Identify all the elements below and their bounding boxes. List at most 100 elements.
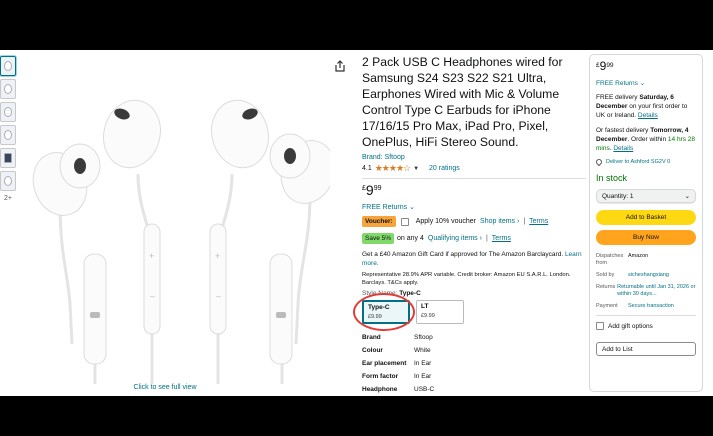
info-key: Payment (596, 303, 618, 309)
payment-link[interactable]: Secure transaction (628, 303, 674, 310)
free-delivery-info: FREE delivery Saturday, 6 December on yo… (596, 93, 696, 120)
rating-value: 4.1 (362, 165, 372, 172)
quantity-value: Quantity: 1 (602, 192, 634, 200)
thumbnail-video[interactable] (0, 148, 16, 168)
qualifying-items-link[interactable]: Qualifying items › (428, 235, 482, 242)
style-option-price: £9.99 (421, 313, 435, 319)
more-thumbnails-label[interactable]: 2+ (0, 195, 16, 202)
info-row: Payment Secure transaction (596, 303, 696, 310)
free-returns-link[interactable]: FREE Returns ⌄ (362, 203, 586, 211)
svg-text:+: + (149, 251, 154, 261)
info-key: Returns (596, 284, 616, 290)
style-option-lt[interactable]: LT £9.99 (416, 300, 464, 324)
spec-table: Brand Sftoop Colour White Ear placement In … (362, 334, 586, 394)
product-page: 2+ + + – – Click to see full view 2 Pack… (0, 50, 713, 396)
returns-policy-link[interactable]: Returnable until Jan 31, 2026 or within … (617, 284, 696, 298)
thumbnail-image[interactable] (0, 102, 16, 122)
style-option-label: LT (421, 303, 429, 310)
spec-value: In Ear (414, 360, 432, 367)
delivery-details-link[interactable]: Details (613, 145, 633, 152)
ratings-count-link[interactable]: 20 ratings (429, 165, 460, 172)
buy-box: £ 9 99 FREE Returns ⌄ FREE delivery Satu… (589, 54, 703, 392)
deliver-to-link[interactable]: Deliver to Ashford SG2V 0 (594, 157, 696, 167)
buybox-free-returns-link[interactable]: FREE Returns ⌄ (596, 79, 696, 87)
product-price: £ 9 99 (362, 183, 586, 198)
voucher-text: Apply 10% voucher (415, 218, 477, 225)
style-option-type-c[interactable]: Type-C £9.99 (362, 300, 410, 324)
price-fraction: 99 (606, 62, 614, 69)
shop-items-link[interactable]: Shop items › (480, 218, 519, 225)
style-name-value: Type-C (399, 290, 421, 297)
separator: | (523, 218, 526, 225)
save-text: on any 4 (397, 235, 424, 242)
info-row: Sold by sicheshangxiang (596, 272, 696, 279)
add-to-list-button[interactable]: Add to List (596, 342, 696, 356)
product-details: 2 Pack USB C Headphones wired for Samsun… (353, 54, 586, 396)
thumbnail-strip: 2+ (0, 56, 18, 202)
thumbnail-image[interactable] (0, 171, 16, 191)
gift-options-checkbox[interactable] (596, 322, 604, 330)
seller-link[interactable]: sicheshangxiang (628, 272, 669, 279)
brand-link[interactable]: Brand: Sftoop (362, 154, 586, 161)
chevron-down-icon: ⌄ (684, 193, 690, 200)
separator: | (485, 235, 488, 242)
spec-row: Headphone USB-C (362, 386, 586, 394)
gift-options-row[interactable]: Add gift options (596, 315, 696, 330)
gift-card-offer: Get a £40 Amazon Gift Card if approved f… (362, 250, 586, 268)
buy-now-button[interactable]: Buy Now (596, 230, 696, 245)
spec-value: USB-C (414, 386, 435, 393)
spec-value: White (414, 347, 431, 354)
style-name-row: Style Name: Type-C (362, 290, 586, 297)
apr-text: Representative 28.9% APR variable. Credi… (362, 272, 571, 286)
location-pin-icon (594, 157, 604, 167)
main-product-image[interactable]: + + – – (20, 54, 330, 384)
info-key: Sold by (596, 272, 615, 278)
star-rating-icon[interactable]: ★★★★☆ (375, 163, 411, 174)
thumbnail-image[interactable] (0, 79, 16, 99)
spec-row: Ear placement In Ear (362, 360, 586, 368)
seller-info: Dispatches from Amazon Sold by sicheshangx… (596, 253, 696, 310)
voucher-badge: Voucher: (362, 216, 396, 227)
voucher-terms-link[interactable]: Terms (529, 218, 548, 225)
voucher-row: Voucher: Apply 10% voucher Shop items › … (362, 216, 586, 227)
spec-row: Form factor In Ear (362, 373, 586, 381)
save-badge: Save 5% (362, 233, 395, 244)
delivery-text: Or fastest delivery (596, 127, 649, 134)
info-key: Dispatches from (596, 253, 624, 266)
delivery-details-link[interactable]: Details (638, 112, 658, 119)
spec-row: Brand Sftoop (362, 334, 586, 342)
free-returns-label: FREE Returns (596, 80, 638, 87)
stock-status: In stock (596, 173, 628, 183)
spec-row: Colour White (362, 347, 586, 355)
save-row: Save 5% on any 4 Qualifying items › | Te… (362, 233, 586, 244)
spec-key: Brand (362, 334, 381, 341)
rating-row: 4.1 ★★★★☆ ▼ 20 ratings (362, 163, 586, 174)
spec-value: In Ear (414, 373, 432, 380)
share-icon[interactable] (334, 60, 346, 72)
thumbnail-image[interactable] (0, 125, 16, 145)
spec-key: Form factor (362, 373, 399, 380)
svg-text:–: – (216, 291, 221, 301)
voucher-checkbox[interactable] (400, 217, 409, 226)
product-title: 2 Pack USB C Headphones wired for Samsun… (362, 55, 563, 149)
delivery-text: FREE delivery (596, 94, 638, 101)
full-view-link[interactable]: Click to see full view (0, 384, 330, 391)
style-name-label: Style Name: (362, 290, 398, 297)
add-to-basket-button[interactable]: Add to Basket (596, 210, 696, 225)
thumbnail-image[interactable] (0, 56, 16, 76)
chevron-down-icon: ⌄ (639, 80, 646, 87)
gift-options-label: Add gift options (608, 322, 653, 330)
save-terms-link[interactable]: Terms (492, 235, 511, 242)
bottom-black-bar (0, 396, 713, 436)
fastest-delivery-info: Or fastest delivery Tomorrow, 4 December… (596, 126, 696, 153)
spec-value: Sftoop (414, 334, 433, 341)
price-whole: 9 (365, 182, 374, 198)
divider (362, 178, 586, 179)
style-option-price: £9.99 (368, 314, 382, 320)
price-fraction: 99 (373, 185, 382, 192)
free-returns-label: FREE Returns (362, 204, 408, 211)
chevron-down-icon[interactable]: ▼ (413, 166, 419, 172)
quantity-select[interactable]: Quantity: 1 ⌄ (596, 189, 696, 203)
chevron-down-icon: ⌄ (409, 204, 415, 211)
info-row: Dispatches from Amazon (596, 253, 696, 267)
